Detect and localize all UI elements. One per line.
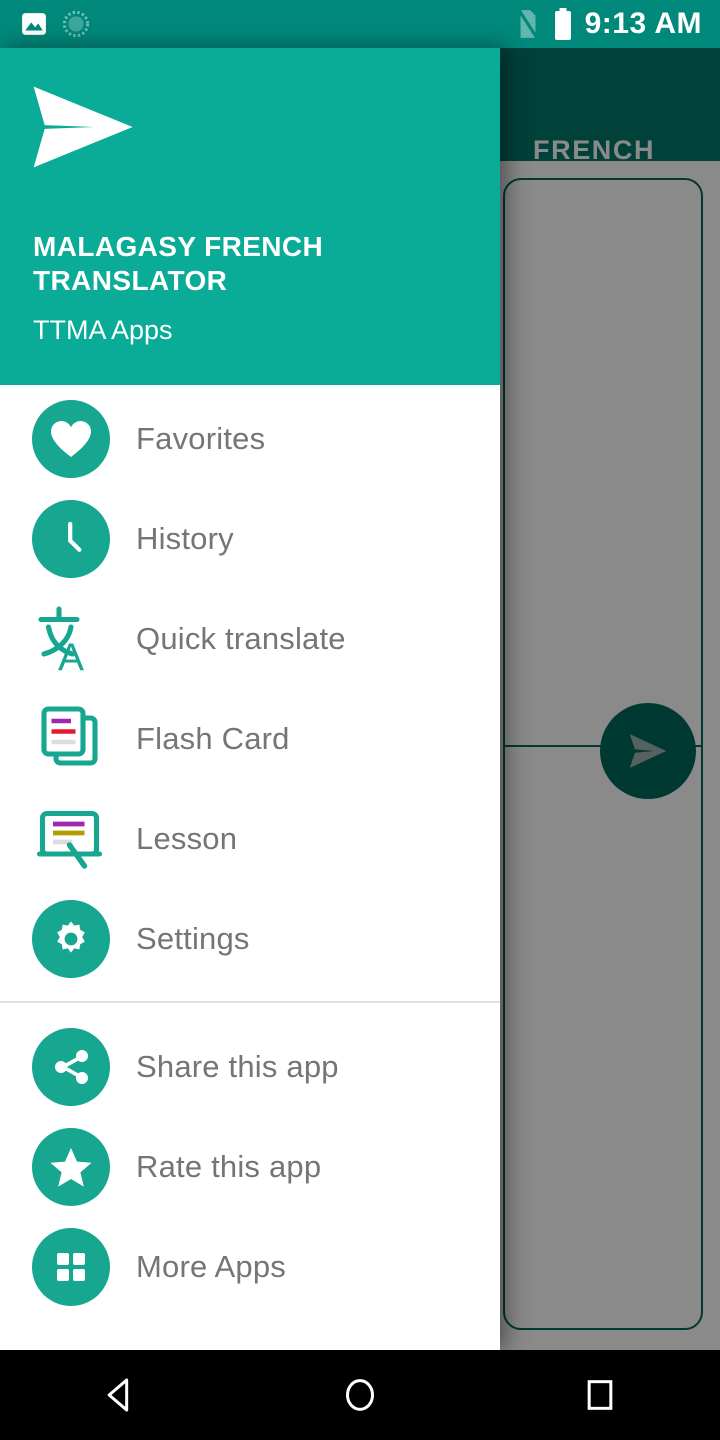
drawer-header: MALAGASY FRENCH TRANSLATOR TTMA Apps	[0, 48, 500, 385]
drawer-item-label: Quick translate	[136, 621, 346, 656]
drawer-item-label: More Apps	[136, 1249, 286, 1284]
drawer-menu-group-secondary: Share this app Rate this app More Apps	[0, 1013, 500, 1317]
battery-full-icon	[554, 8, 571, 40]
drawer-item-settings[interactable]: Settings	[0, 889, 500, 989]
drawer-item-label: Settings	[136, 921, 250, 956]
translate-icon: A	[34, 602, 108, 676]
flash-card-icon-wrap	[32, 700, 110, 778]
drawer-item-label: Flash Card	[136, 721, 290, 756]
share-icon	[32, 1028, 110, 1106]
status-bar: 9:13 AM	[0, 0, 720, 48]
history-icon-wrap	[32, 500, 110, 578]
settings-icon-wrap	[32, 900, 110, 978]
send-logo-icon	[33, 86, 133, 168]
home-circle-icon	[346, 1379, 374, 1411]
drawer-app-subtitle: TTMA Apps	[33, 315, 173, 345]
lesson-board-icon	[34, 802, 108, 876]
drawer-item-label: Share this app	[136, 1049, 339, 1084]
drawer-item-label: Favorites	[136, 421, 266, 456]
star-icon	[32, 1128, 110, 1206]
drawer-group-divider	[0, 1001, 500, 1003]
drawer-item-label: Rate this app	[136, 1149, 322, 1184]
drawer-item-quick-translate[interactable]: A Quick translate	[0, 589, 500, 689]
lesson-icon-wrap	[32, 800, 110, 878]
sync-progress-icon	[62, 10, 90, 38]
more-apps-icon-wrap	[32, 1228, 110, 1306]
share-icon-wrap	[32, 1028, 110, 1106]
svg-text:A: A	[58, 637, 84, 676]
grid-icon	[32, 1228, 110, 1306]
drawer-item-rate-this-app[interactable]: Rate this app	[0, 1117, 500, 1217]
navigation-drawer[interactable]: MALAGASY FRENCH TRANSLATOR TTMA Apps Fav…	[0, 48, 500, 1350]
home-button[interactable]	[300, 1350, 420, 1440]
clock-icon	[32, 500, 110, 578]
back-button[interactable]	[60, 1350, 180, 1440]
drawer-app-title: MALAGASY FRENCH TRANSLATOR	[33, 231, 324, 296]
rate-icon-wrap	[32, 1128, 110, 1206]
gear-icon	[32, 900, 110, 978]
photo-icon	[22, 13, 46, 35]
favorites-icon-wrap	[32, 400, 110, 478]
phone-screen: FRENCH 9:13 AM MALAGASY FRENCH TRANSLATO…	[0, 0, 720, 1440]
drawer-item-label: Lesson	[136, 821, 238, 856]
status-clock: 9:13 AM	[584, 7, 702, 40]
system-navigation-bar	[0, 1350, 720, 1440]
no-sim-icon	[516, 8, 539, 40]
drawer-item-history[interactable]: History	[0, 489, 500, 589]
quick-translate-icon-wrap: A	[32, 600, 110, 678]
flash-card-icon	[34, 702, 108, 776]
drawer-item-favorites[interactable]: Favorites	[0, 389, 500, 489]
drawer-item-lesson[interactable]: Lesson	[0, 789, 500, 889]
drawer-menu-group-primary: Favorites History A Quick translate Flas…	[0, 385, 500, 989]
back-triangle-icon	[107, 1378, 129, 1412]
drawer-item-more-apps[interactable]: More Apps	[0, 1217, 500, 1317]
heart-icon	[32, 400, 110, 478]
drawer-item-flash-card[interactable]: Flash Card	[0, 689, 500, 789]
recents-button[interactable]	[540, 1350, 660, 1440]
drawer-item-share-this-app[interactable]: Share this app	[0, 1017, 500, 1117]
drawer-item-label: History	[136, 521, 234, 556]
recents-square-icon	[587, 1380, 613, 1410]
status-left-icons	[0, 10, 90, 38]
status-right-icons: 9:13 AM	[515, 7, 720, 41]
